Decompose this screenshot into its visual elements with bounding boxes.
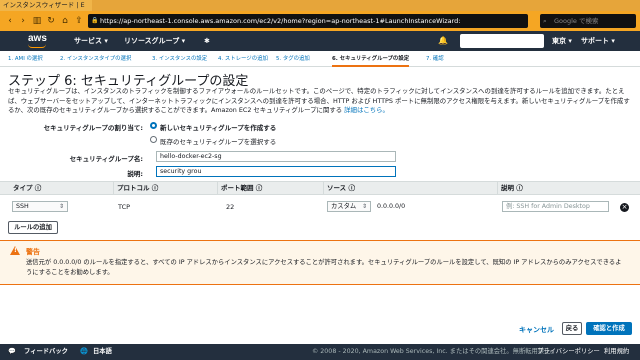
account-menu[interactable] xyxy=(460,34,544,48)
aws-smile-mark xyxy=(28,44,46,48)
chevron-updown-icon: ⇕ xyxy=(361,203,367,210)
source-cidr-field[interactable]: 0.0.0.0/0 xyxy=(373,201,491,212)
pin-icon[interactable]: ✱ xyxy=(204,31,210,51)
col-port-range: ポート範囲 ⓘ xyxy=(217,182,323,195)
group-desc-label: 説明: xyxy=(127,170,143,178)
bell-icon[interactable]: 🔔 xyxy=(438,31,448,51)
type-value: SSH xyxy=(16,203,29,210)
chevron-updown-icon: ⇕ xyxy=(58,203,64,210)
aws-logo-text: aws xyxy=(28,33,47,44)
review-and-launch-button[interactable]: 確認と作成 xyxy=(586,322,632,335)
browser-toolbar: ‹ › ▥ ↻ ⌂ ⇪ 🔒 https://ap-northeast-1.con… xyxy=(0,11,640,31)
search-input[interactable]: ⌕ Google で検索 xyxy=(540,14,636,28)
group-name-label: セキュリティグループ名: xyxy=(69,155,143,163)
protocol-value: TCP xyxy=(118,203,131,211)
back-button[interactable]: 戻る xyxy=(562,322,582,335)
warning-banner: ! 警告 送信元が 0.0.0.0/0 のルールを指定すると、すべての IP ア… xyxy=(0,240,640,285)
back-arrow-icon[interactable]: ‹ xyxy=(4,15,16,27)
share-icon[interactable]: ⇪ xyxy=(73,15,85,27)
globe-icon: 🌐 xyxy=(80,348,88,355)
lock-icon: 🔒 xyxy=(91,17,99,24)
col-type: タイプ ⓘ xyxy=(13,184,42,192)
remove-rule-icon[interactable]: × xyxy=(620,203,629,212)
radio-new-group-label[interactable]: 新しいセキュリティグループを作成する xyxy=(160,122,276,132)
reload-icon[interactable]: ↻ xyxy=(45,15,57,27)
rules-table-header: タイプ ⓘ プロトコル ⓘ ポート範囲 ⓘ ソース ⓘ 説明 ⓘ xyxy=(0,181,640,195)
language-selector[interactable]: 日本語 xyxy=(93,344,112,360)
url-bar[interactable]: 🔒 https://ap-northeast-1.console.aws.ama… xyxy=(88,14,528,28)
browser-tab-bar: インスタンスウィザード | E xyxy=(0,0,640,11)
col-description: 説明 ⓘ xyxy=(497,182,640,195)
warning-body: 送信元が 0.0.0.0/0 のルールを指定すると、すべての IP アドレスから… xyxy=(26,259,622,276)
step-tags[interactable]: 5. タグの追加 xyxy=(276,51,310,67)
assign-label: セキュリティグループの割り当て: xyxy=(43,124,143,132)
sidebar-icon[interactable]: ▥ xyxy=(31,15,43,27)
forward-arrow-icon[interactable]: › xyxy=(17,15,29,27)
services-menu[interactable]: サービス ▾ xyxy=(74,31,108,51)
step-storage[interactable]: 4. ストレージの追加 xyxy=(218,51,268,67)
step-security-group[interactable]: 6. セキュリティグループの設定 xyxy=(332,51,410,67)
step-ami[interactable]: 1. AMI の選択 xyxy=(8,51,43,67)
more-info-link[interactable]: 詳細はこちら。 xyxy=(344,106,389,114)
aws-logo[interactable]: aws xyxy=(28,33,47,48)
type-select[interactable]: SSH ⇕ xyxy=(12,201,68,212)
home-icon[interactable]: ⌂ xyxy=(59,15,71,27)
step-configure[interactable]: 3. インスタンスの設定 xyxy=(152,51,207,67)
page-description: セキュリティグループは、インスタンスのトラフィックを制御するファイアウォールのル… xyxy=(8,87,630,116)
footer: 💬 フィードバック 🌐 日本語 © 2008 - 2020, Amazon We… xyxy=(0,344,640,360)
resource-groups-menu[interactable]: リソースグループ ▾ xyxy=(124,31,185,51)
wizard-steps: 1. AMI の選択 2. インスタンスタイプの選択 3. インスタンスの設定 … xyxy=(0,51,640,67)
search-icon: ⌕ xyxy=(543,17,547,25)
port-value: 22 xyxy=(226,203,235,211)
radio-new-group[interactable] xyxy=(150,122,157,129)
copyright-text: © 2008 - 2020, Amazon Web Services, Inc.… xyxy=(312,348,557,355)
aws-nav-bar: aws サービス ▾ リソースグループ ▾ ✱ 🔔 東京 ▾ サポート ▾ xyxy=(0,31,640,51)
col-source: ソース ⓘ xyxy=(323,182,497,195)
browser-tab[interactable]: インスタンスウィザード | E xyxy=(0,0,92,11)
description-text: セキュリティグループは、インスタンスのトラフィックを制御するファイアウォールのル… xyxy=(8,87,630,115)
url-text: https://ap-northeast-1.console.aws.amazo… xyxy=(100,17,461,25)
search-placeholder: Google で検索 xyxy=(554,17,599,25)
cancel-link[interactable]: キャンセル xyxy=(519,325,554,335)
step-instance-type[interactable]: 2. インスタンスタイプの選択 xyxy=(60,51,131,67)
privacy-link[interactable]: プライバシーポリシー xyxy=(537,344,600,360)
radio-existing-group-label[interactable]: 既存のセキュリティグループを選択する xyxy=(160,136,276,146)
warning-icon: ! xyxy=(10,246,20,255)
warning-title: 警告 xyxy=(26,248,40,256)
source-select-value: カスタム xyxy=(331,203,357,210)
region-menu[interactable]: 東京 ▾ xyxy=(552,31,572,51)
group-name-field[interactable]: hello-docker-ec2-sg xyxy=(156,151,396,162)
feedback-icon: 💬 xyxy=(8,348,16,355)
terms-link[interactable]: 利用規約 xyxy=(604,344,629,360)
group-desc-field[interactable]: security grou xyxy=(156,166,396,177)
col-protocol: プロトコル ⓘ xyxy=(113,182,217,195)
rule-description-field[interactable]: 例: SSH for Admin Desktop xyxy=(502,201,609,212)
feedback-link[interactable]: フィードバック xyxy=(24,344,68,360)
source-select[interactable]: カスタム ⇕ xyxy=(327,201,371,212)
radio-existing-group[interactable] xyxy=(150,136,157,143)
support-menu[interactable]: サポート ▾ xyxy=(581,31,615,51)
add-rule-button[interactable]: ルールの追加 xyxy=(8,221,58,234)
step-review[interactable]: 7. 確認 xyxy=(426,51,444,67)
